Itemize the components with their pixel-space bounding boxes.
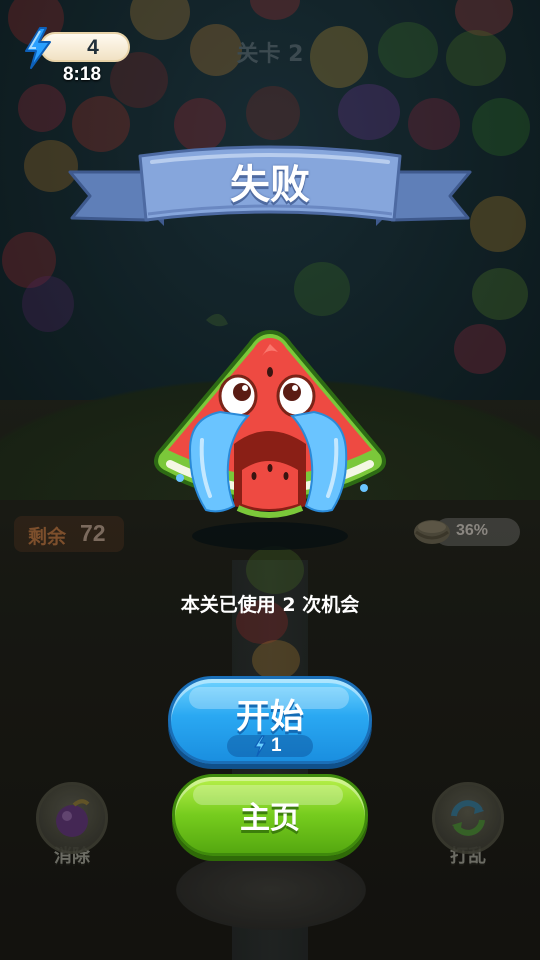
grape-bomb-icon	[56, 799, 90, 837]
crying-watermelon-mascot-icon	[154, 313, 386, 518]
home-button[interactable]: 主页	[172, 774, 368, 856]
energy-timer: 8:18	[62, 64, 102, 85]
start-button[interactable]: 开始 1	[168, 676, 372, 764]
fruit-basket-icon	[414, 520, 450, 544]
remaining-label: 剩余	[28, 526, 67, 548]
remaining-counter: 剩余 72	[14, 516, 124, 552]
eliminate-tool-button[interactable]: 消除	[32, 782, 112, 872]
level-title: 关卡 2	[236, 42, 304, 67]
lightning-icon	[25, 27, 51, 69]
dialog-title: 失败	[230, 162, 310, 208]
progress-indicator: 36%	[412, 514, 520, 548]
energy-count: 4	[87, 36, 99, 59]
start-cost-badge: 1	[227, 735, 313, 757]
home-button-label: 主页	[240, 801, 300, 836]
start-cost-value: 1	[271, 735, 282, 756]
eliminate-tool-disc	[36, 782, 108, 854]
shuffle-arrows-icon	[451, 800, 485, 836]
start-button-label: 开始	[236, 697, 304, 737]
lightning-icon	[254, 735, 266, 757]
shuffle-tool-button[interactable]: 打乱	[428, 782, 508, 872]
remaining-count: 72	[80, 520, 106, 546]
attempts-message: 本关已使用 2 次机会	[180, 594, 360, 616]
energy-counter[interactable]: 4	[25, 27, 130, 69]
shuffle-tool-disc	[432, 782, 504, 854]
progress-percent: 36%	[456, 522, 489, 539]
